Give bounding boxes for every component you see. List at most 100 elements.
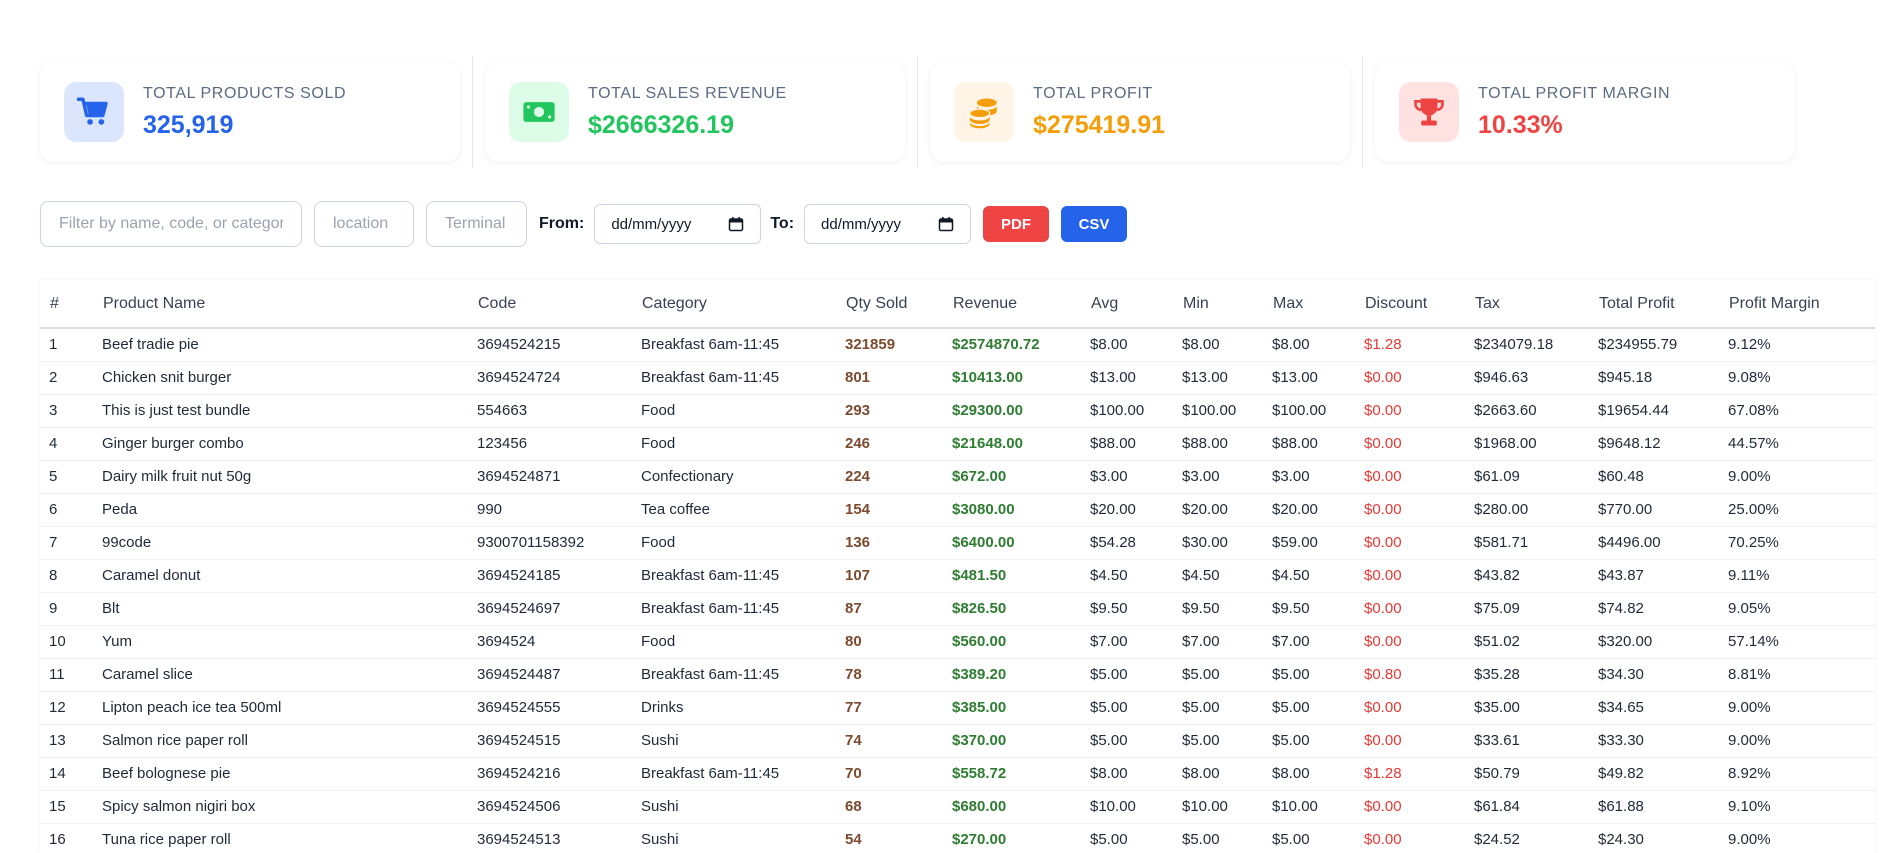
cell-category: Food bbox=[632, 526, 836, 560]
table-row[interactable]: 9 Blt 3694524697 Breakfast 6am-11:45 87 $826.… bbox=[40, 592, 1875, 626]
cell-product-name: Salmon rice paper roll bbox=[93, 724, 468, 758]
cell-total-profit: $234955.79 bbox=[1589, 328, 1719, 362]
table-row[interactable]: 2 Chicken snit burger 3694524724 Breakfast … bbox=[40, 361, 1875, 395]
table-row[interactable]: 11 Caramel slice 3694524487 Breakfast 6am-1… bbox=[40, 658, 1875, 692]
table-row[interactable]: 8 Caramel donut 3694524185 Breakfast 6am-11… bbox=[40, 559, 1875, 593]
cell-category: Breakfast 6am-11:45 bbox=[632, 559, 836, 593]
table-row[interactable]: 6 Peda 990 Tea coffee 154 $3080.00 $20.00 $20.0… bbox=[40, 493, 1875, 527]
cell-category: Breakfast 6am-11:45 bbox=[632, 592, 836, 626]
card-divider bbox=[1362, 56, 1363, 168]
card-value: 325,919 bbox=[143, 110, 234, 139]
coins-icon bbox=[969, 98, 997, 129]
cell-product-code: 3694524506 bbox=[468, 790, 632, 824]
from-date-input[interactable]: dd/mm/yyyy bbox=[594, 204, 762, 244]
cell-row-index: 9 bbox=[40, 592, 93, 626]
table-row[interactable]: 12 Lipton peach ice tea 500ml 3694524555 Dr… bbox=[40, 691, 1875, 725]
col-header-avg[interactable]: Avg bbox=[1081, 280, 1173, 329]
calendar-icon[interactable] bbox=[728, 216, 744, 232]
cell-min-price: $9.50 bbox=[1173, 592, 1263, 626]
cell-qty-sold: 68 bbox=[836, 790, 943, 824]
cell-revenue: $385.00 bbox=[943, 691, 1081, 725]
card-value: $2666326.19 bbox=[588, 110, 734, 139]
table-row[interactable]: 16 Tuna rice paper roll 3694524513 Sushi 54 $… bbox=[40, 823, 1875, 853]
table-row[interactable]: 5 Dairy milk fruit nut 50g 3694524871 Confe… bbox=[40, 460, 1875, 494]
cell-qty-sold: 107 bbox=[836, 559, 943, 593]
cell-profit-margin: 9.00% bbox=[1719, 724, 1875, 758]
summary-cards: TOTAL PRODUCTS SOLD 325,919 TOTAL SALES … bbox=[40, 56, 1795, 168]
table-row[interactable]: 15 Spicy salmon nigiri box 3694524506 Sushi… bbox=[40, 790, 1875, 824]
table-row[interactable]: 10 Yum 3694524 Food 80 $560.00 $7.00 $7.00 $7.00… bbox=[40, 625, 1875, 659]
cell-qty-sold: 70 bbox=[836, 757, 943, 791]
table-row[interactable]: 14 Beef bolognese pie 3694524216 Breakfast … bbox=[40, 757, 1875, 791]
cell-discount: $0.00 bbox=[1355, 526, 1465, 560]
cell-category: Breakfast 6am-11:45 bbox=[632, 328, 836, 362]
cell-product-name: Yum bbox=[93, 625, 468, 659]
cell-product-name: Blt bbox=[93, 592, 468, 626]
calendar-icon[interactable] bbox=[938, 216, 954, 232]
search-input[interactable] bbox=[40, 201, 302, 247]
csv-export-button[interactable]: CSV bbox=[1061, 206, 1128, 242]
cell-max-price: $5.00 bbox=[1263, 823, 1355, 853]
col-header-profit-margin[interactable]: Profit Margin bbox=[1719, 280, 1875, 329]
cell-row-index: 4 bbox=[40, 427, 93, 461]
location-input[interactable] bbox=[314, 201, 414, 247]
col-header-min[interactable]: Min bbox=[1173, 280, 1263, 329]
card-value: $275419.91 bbox=[1033, 110, 1166, 139]
cell-min-price: $8.00 bbox=[1173, 757, 1263, 791]
col-header-category[interactable]: Category bbox=[632, 280, 836, 329]
table-row[interactable]: 7 99code 9300701158392 Food 136 $6400.00 $54.2… bbox=[40, 526, 1875, 560]
cell-min-price: $4.50 bbox=[1173, 559, 1263, 593]
col-header-tax[interactable]: Tax bbox=[1465, 280, 1589, 329]
col-header-index[interactable]: # bbox=[40, 280, 93, 329]
cell-max-price: $88.00 bbox=[1263, 427, 1355, 461]
cell-avg-price: $5.00 bbox=[1081, 823, 1173, 853]
pdf-export-button[interactable]: PDF bbox=[983, 206, 1050, 242]
table-row[interactable]: 3 This is just test bundle 554663 Food 293 $2… bbox=[40, 394, 1875, 428]
cell-profit-margin: 70.25% bbox=[1719, 526, 1875, 560]
cell-discount: $0.00 bbox=[1355, 724, 1465, 758]
cell-category: Sushi bbox=[632, 724, 836, 758]
card-label: TOTAL PRODUCTS SOLD bbox=[143, 84, 347, 102]
cell-qty-sold: 224 bbox=[836, 460, 943, 494]
card-text: TOTAL PRODUCTS SOLD 325,919 bbox=[143, 85, 346, 140]
col-header-code[interactable]: Code bbox=[468, 280, 632, 329]
cell-profit-margin: 9.08% bbox=[1719, 361, 1875, 395]
col-header-revenue[interactable]: Revenue bbox=[943, 280, 1081, 329]
table-row[interactable]: 4 Ginger burger combo 123456 Food 246 $21648.… bbox=[40, 427, 1875, 461]
table-row[interactable]: 1 Beef tradie pie 3694524215 Breakfast 6am-… bbox=[40, 328, 1875, 362]
card-text: TOTAL PROFIT MARGIN 10.33% bbox=[1478, 85, 1670, 140]
cell-tax: $35.28 bbox=[1465, 658, 1589, 692]
card-icon-box bbox=[509, 82, 569, 142]
col-header-product-name[interactable]: Product Name bbox=[93, 280, 468, 329]
cell-product-code: 554663 bbox=[468, 394, 632, 428]
cell-tax: $24.52 bbox=[1465, 823, 1589, 853]
col-header-qty-sold[interactable]: Qty Sold bbox=[836, 280, 943, 329]
cell-category: Sushi bbox=[632, 790, 836, 824]
to-date-input[interactable]: dd/mm/yyyy bbox=[804, 204, 972, 244]
terminal-input[interactable] bbox=[426, 201, 527, 247]
cell-min-price: $20.00 bbox=[1173, 493, 1263, 527]
table-row[interactable]: 13 Salmon rice paper roll 3694524515 Sushi 7… bbox=[40, 724, 1875, 758]
cell-row-index: 6 bbox=[40, 493, 93, 527]
cell-discount: $0.00 bbox=[1355, 427, 1465, 461]
card-value: 10.33% bbox=[1478, 110, 1563, 139]
cell-revenue: $29300.00 bbox=[943, 394, 1081, 428]
cell-discount: $0.00 bbox=[1355, 493, 1465, 527]
cell-qty-sold: 74 bbox=[836, 724, 943, 758]
cell-total-profit: $34.30 bbox=[1589, 658, 1719, 692]
cell-avg-price: $5.00 bbox=[1081, 691, 1173, 725]
from-date-placeholder: dd/mm/yyyy bbox=[611, 215, 692, 233]
cell-product-code: 3694524487 bbox=[468, 658, 632, 692]
col-header-total-profit[interactable]: Total Profit bbox=[1589, 280, 1719, 329]
col-header-discount[interactable]: Discount bbox=[1355, 280, 1465, 329]
card-profit-margin: TOTAL PROFIT MARGIN 10.33% bbox=[1375, 62, 1795, 162]
cell-total-profit: $74.82 bbox=[1589, 592, 1719, 626]
cell-row-index: 1 bbox=[40, 328, 93, 362]
cell-avg-price: $88.00 bbox=[1081, 427, 1173, 461]
col-header-max[interactable]: Max bbox=[1263, 280, 1355, 329]
filter-bar: From: dd/mm/yyyy To: dd/mm/yyyy PDF CSV bbox=[40, 201, 1128, 247]
cell-revenue: $2574870.72 bbox=[943, 328, 1081, 362]
cell-row-index: 16 bbox=[40, 823, 93, 853]
cell-qty-sold: 321859 bbox=[836, 328, 943, 362]
cell-max-price: $100.00 bbox=[1263, 394, 1355, 428]
